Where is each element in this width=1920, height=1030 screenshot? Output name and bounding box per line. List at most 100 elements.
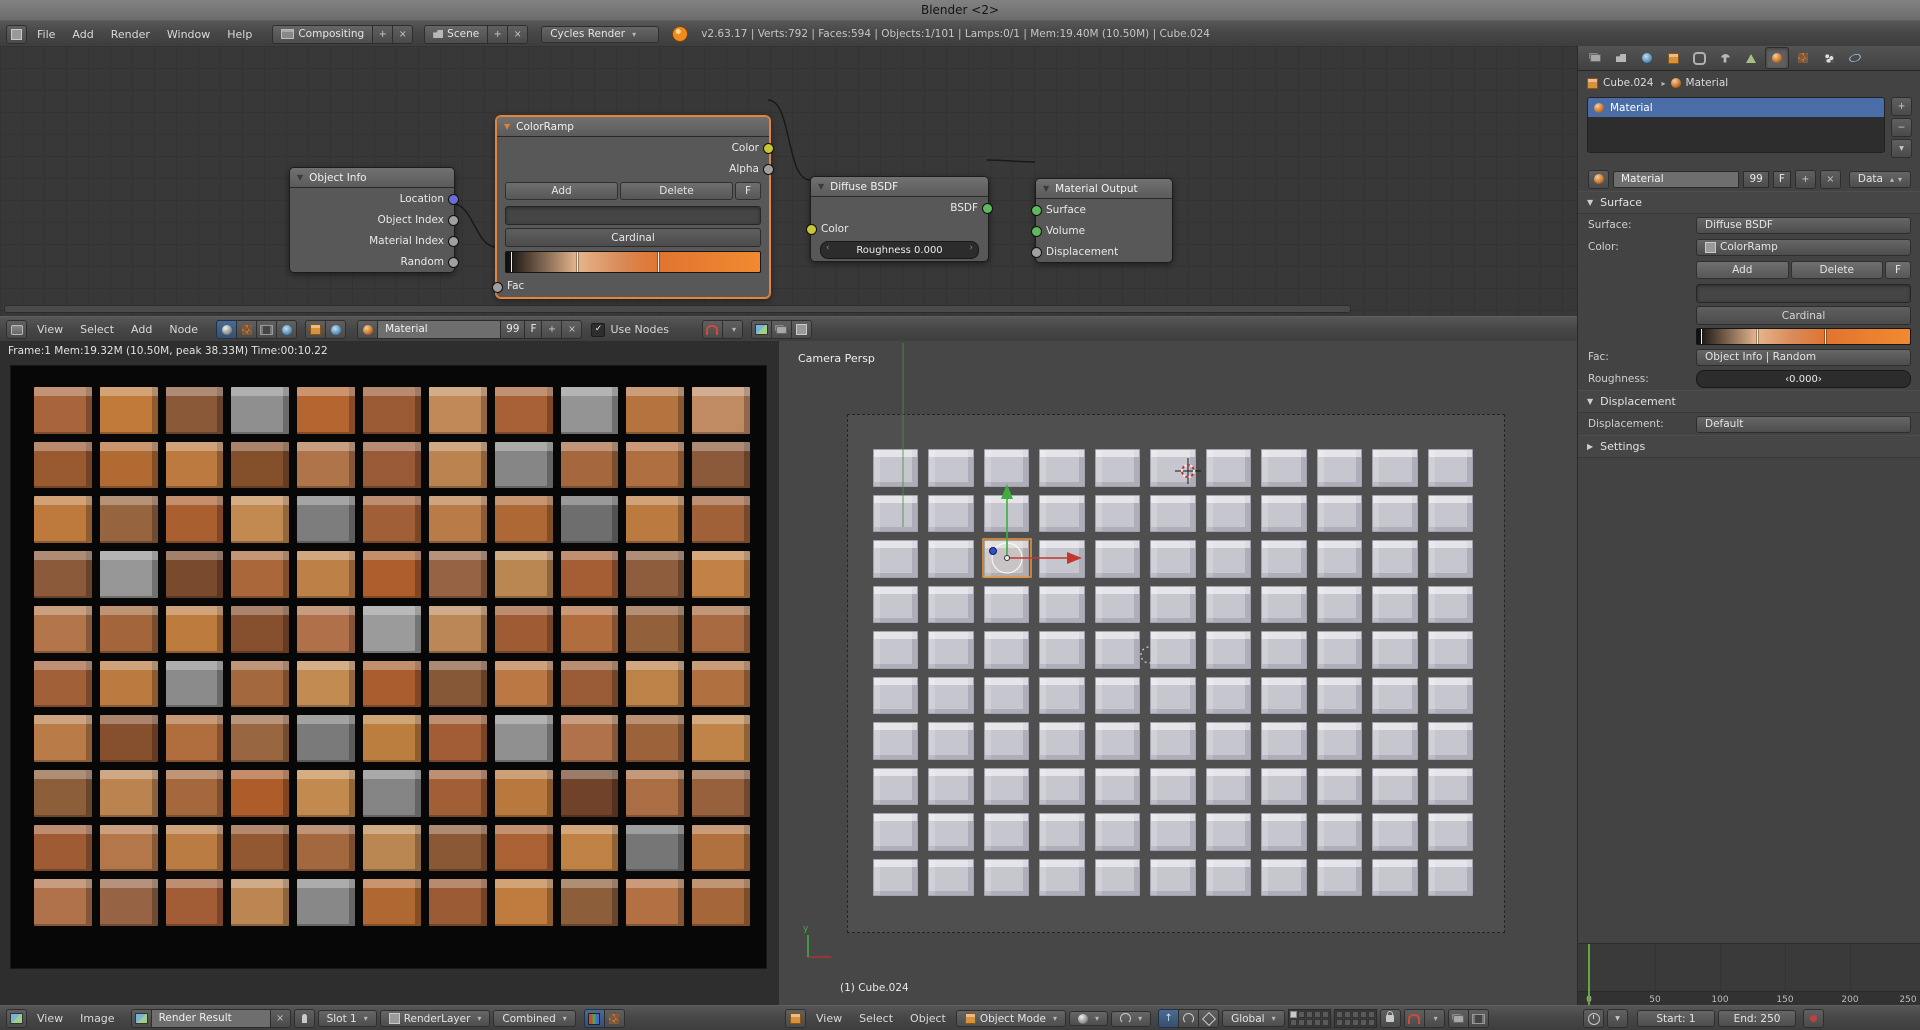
scene-cube[interactable] xyxy=(1261,449,1306,487)
scene-cube[interactable] xyxy=(1206,813,1251,851)
roughness-slider[interactable]: ‹ Roughness 0.000 › xyxy=(820,241,979,259)
tab-modifiers[interactable] xyxy=(1713,47,1737,69)
scene-cube[interactable] xyxy=(1261,495,1306,533)
tree-type-shader-button[interactable] xyxy=(216,320,237,339)
scene-cube[interactable] xyxy=(873,677,918,715)
menu-render[interactable]: Render xyxy=(104,26,157,43)
scene-cube[interactable] xyxy=(984,449,1029,487)
scene-cube[interactable] xyxy=(873,813,918,851)
scene-cube[interactable] xyxy=(1317,449,1362,487)
tab-constraints[interactable] xyxy=(1687,47,1711,69)
collapse-icon[interactable]: ▼ xyxy=(297,173,303,182)
scene-cube[interactable] xyxy=(1095,677,1140,715)
slider-right-arrow-icon[interactable]: › xyxy=(969,243,973,253)
scene-cube[interactable] xyxy=(1150,449,1195,487)
use-nodes-checkbox[interactable]: ✓ Use Nodes xyxy=(585,323,675,337)
scene-cube[interactable] xyxy=(1372,586,1417,624)
tab-particles[interactable] xyxy=(1817,47,1841,69)
scene-cube[interactable] xyxy=(1428,722,1473,760)
menu-select[interactable]: Select xyxy=(852,1010,900,1027)
collapse-icon[interactable]: ▼ xyxy=(818,182,824,191)
shader-slot-object-button[interactable] xyxy=(305,320,326,339)
scene-cube[interactable] xyxy=(984,677,1029,715)
manipulator-scale-button[interactable] xyxy=(1198,1009,1219,1028)
scene-cube[interactable] xyxy=(1428,586,1473,624)
scene-cube[interactable] xyxy=(873,768,918,806)
mode-select[interactable]: Object Mode▾ xyxy=(956,1010,1066,1027)
input-socket-volume[interactable] xyxy=(1031,226,1042,237)
scene-cube[interactable] xyxy=(1261,540,1306,578)
scene-cube[interactable] xyxy=(1372,722,1417,760)
material-users-count[interactable]: 99 xyxy=(1743,171,1768,188)
scene-cube[interactable] xyxy=(1317,722,1362,760)
scene-cube[interactable] xyxy=(1095,540,1140,578)
ramp-stop-marker[interactable] xyxy=(658,252,659,272)
node-editor-canvas[interactable]: ▼ Object Info Location Object Index Mate… xyxy=(0,46,1578,316)
scene-cube[interactable] xyxy=(1150,677,1195,715)
node-object-info[interactable]: ▼ Object Info Location Object Index Mate… xyxy=(289,167,455,273)
render-engine-selector[interactable]: Cycles Render▾ xyxy=(541,26,659,43)
scene-cube[interactable] xyxy=(1150,859,1195,897)
lock-to-scene-button[interactable] xyxy=(1380,1009,1401,1028)
scene-cube[interactable] xyxy=(1261,586,1306,624)
scene-cube[interactable] xyxy=(984,813,1029,851)
scene-cube[interactable] xyxy=(1206,495,1251,533)
scene-cube[interactable] xyxy=(984,495,1029,533)
menu-view[interactable]: View xyxy=(809,1010,849,1027)
channel-rgb-button[interactable] xyxy=(584,1009,605,1028)
scene-cube[interactable] xyxy=(873,631,918,669)
render-opengl-button[interactable] xyxy=(1448,1009,1469,1028)
menu-add[interactable]: Add xyxy=(65,26,100,43)
scene-cube[interactable] xyxy=(873,586,918,624)
slot-remove-button[interactable]: − xyxy=(1891,118,1912,137)
collapse-icon[interactable]: ▼ xyxy=(504,122,510,131)
editor-type-button-info[interactable] xyxy=(6,25,27,44)
scene-cube[interactable] xyxy=(928,586,973,624)
node-object-info-header[interactable]: ▼ Object Info xyxy=(290,168,454,188)
slot-add-button[interactable]: + xyxy=(1891,97,1912,116)
scene-cube[interactable] xyxy=(928,495,973,533)
ramp-stop-marker[interactable] xyxy=(577,252,578,272)
scene-cube[interactable] xyxy=(873,495,918,533)
image-editor-canvas[interactable]: Frame:1 Mem:19.32M (10.50M, peak 38.33M)… xyxy=(0,341,780,1005)
timeline-menu-button[interactable]: ▾ xyxy=(1607,1009,1628,1028)
tab-object-data[interactable] xyxy=(1739,47,1763,69)
scene-cube[interactable] xyxy=(1206,677,1251,715)
material-users-count[interactable]: 99 xyxy=(500,320,525,339)
material-name-field[interactable]: Material xyxy=(377,320,501,339)
scene-cube[interactable] xyxy=(1372,495,1417,533)
scene-cube[interactable] xyxy=(928,677,973,715)
ramp-delete-button[interactable]: Delete xyxy=(1791,261,1884,279)
input-socket-fac[interactable] xyxy=(492,282,503,293)
scene-cube[interactable] xyxy=(1317,677,1362,715)
frame-start-field[interactable]: Start: 1 xyxy=(1637,1010,1715,1027)
node-material-output-header[interactable]: ▼ Material Output xyxy=(1036,179,1172,199)
render-opengl-anim-button[interactable] xyxy=(1468,1009,1489,1028)
scene-cube[interactable] xyxy=(873,449,918,487)
scene-cube[interactable] xyxy=(1317,768,1362,806)
scene-cube[interactable] xyxy=(984,859,1029,897)
material-unlink-button[interactable]: × xyxy=(561,320,582,339)
scene-cube[interactable] xyxy=(1372,768,1417,806)
ramp-fake-user-button[interactable]: F xyxy=(1885,261,1911,279)
scene-cube[interactable] xyxy=(1317,813,1362,851)
viewport-3d[interactable]: Camera Persp (1) Cube.024 xyxy=(779,341,1577,1005)
scene-cube[interactable] xyxy=(984,631,1029,669)
material-fake-user-button[interactable]: F xyxy=(1773,171,1791,188)
scene-cube[interactable] xyxy=(1372,631,1417,669)
screen-layout-selector[interactable]: Compositing xyxy=(272,25,373,44)
breadcrumb-material[interactable]: Material xyxy=(1686,77,1729,89)
tree-type-texture-button[interactable] xyxy=(236,320,257,339)
scene-cube[interactable] xyxy=(1095,768,1140,806)
scene-cube[interactable] xyxy=(1150,631,1195,669)
material-slot-list[interactable]: Material xyxy=(1587,97,1885,153)
scene-cube[interactable] xyxy=(1039,586,1084,624)
menu-node[interactable]: Node xyxy=(162,321,205,338)
surface-shader-select[interactable]: Diffuse BSDF xyxy=(1696,217,1911,234)
panel-header-displacement[interactable]: ▼ Displacement xyxy=(1578,390,1920,413)
tree-type-compositing-button[interactable] xyxy=(256,320,277,339)
ramp-stop-marker[interactable] xyxy=(1701,329,1702,344)
scene-cube[interactable] xyxy=(1039,631,1084,669)
scene-cube[interactable] xyxy=(1261,859,1306,897)
menu-add[interactable]: Add xyxy=(124,321,159,338)
